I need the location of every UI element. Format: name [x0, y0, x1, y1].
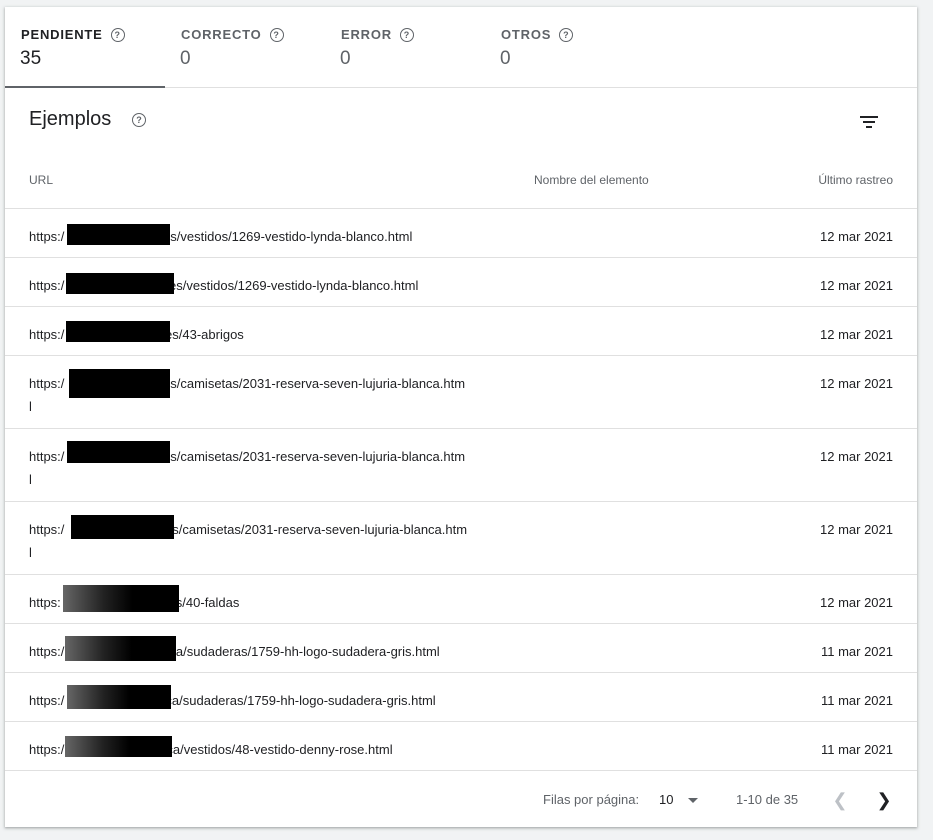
filter-button[interactable]: [853, 105, 885, 137]
table-row[interactable]: https://es/camisetas/2031-reserva-seven-…: [5, 429, 917, 502]
help-icon[interactable]: ?: [110, 28, 125, 42]
pagination-footer: Filas por página: 10 1-10 de 35 ❮ ❯: [5, 771, 917, 827]
redacted-block: [71, 515, 174, 539]
help-icon[interactable]: ?: [269, 28, 284, 42]
table-row[interactable]: https://es/camisetas/2031-reserva-seven-…: [5, 356, 917, 429]
column-header-item-name[interactable]: Nombre del elemento: [534, 173, 649, 187]
table-row[interactable]: https://es/vestidos/1269-vestido-lynda-b…: [5, 258, 917, 307]
pagination-range: 1-10 de 35: [736, 792, 799, 807]
tab-pendiente[interactable]: PENDIENTE? 35: [5, 7, 165, 88]
table-header: URL Nombre del elemento Último rastreo: [5, 157, 917, 209]
table-row[interactable]: https:/ca/vestidos/48-vestido-denny-rose…: [5, 722, 917, 771]
table-row[interactable]: https:/ca/sudaderas/1759-hh-logo-sudader…: [5, 673, 917, 722]
last-crawl-date: 11 mar 2021: [820, 693, 893, 708]
redacted-block: [67, 441, 170, 463]
rows-per-page-value: 10: [659, 792, 674, 807]
last-crawl-date: 12 mar 2021: [820, 522, 893, 537]
redacted-block: [65, 636, 176, 661]
tab-correcto[interactable]: CORRECTO? 0: [165, 7, 325, 87]
table-row[interactable]: https://es/vestidos/1269-vestido-lynda-b…: [5, 209, 917, 258]
next-page-button[interactable]: ❯: [871, 787, 897, 813]
tab-otros[interactable]: OTROS? 0: [485, 7, 645, 87]
help-icon[interactable]: ?: [559, 28, 574, 42]
previous-page-button[interactable]: ❮: [827, 787, 853, 813]
last-crawl-date: 12 mar 2021: [820, 229, 893, 244]
last-crawl-date: 12 mar 2021: [820, 376, 893, 391]
redacted-block: [65, 736, 172, 757]
status-tabs: PENDIENTE? 35 CORRECTO? 0 ERROR? 0 OTROS…: [5, 7, 917, 88]
last-crawl-date: 12 mar 2021: [820, 327, 893, 342]
tab-label: PENDIENTE: [21, 27, 103, 42]
chevron-right-icon: ❯: [876, 790, 892, 810]
redacted-block: [67, 224, 170, 245]
filter-icon: [860, 116, 878, 118]
last-crawl-date: 12 mar 2021: [820, 595, 893, 610]
column-header-url[interactable]: URL: [29, 173, 53, 187]
rows-per-page-label: Filas por página:: [543, 792, 640, 807]
pending-examples-card: PENDIENTE? 35 CORRECTO? 0 ERROR? 0 OTROS…: [5, 7, 917, 827]
tab-label: CORRECTO: [181, 27, 262, 42]
tab-count: 0: [340, 48, 351, 69]
last-crawl-date: 12 mar 2021: [820, 449, 893, 464]
redacted-block: [67, 685, 171, 709]
redacted-block: [69, 369, 170, 398]
tab-count: 0: [500, 48, 511, 69]
tab-count: 35: [20, 48, 42, 69]
column-header-last-crawl[interactable]: Último rastreo: [818, 173, 893, 187]
last-crawl-date: 11 mar 2021: [820, 644, 893, 659]
redacted-block: [63, 585, 179, 612]
redacted-block: [66, 273, 174, 294]
table-row[interactable]: https://es/43-abrigos 12 mar 2021: [5, 307, 917, 356]
redacted-block: [66, 321, 170, 342]
last-crawl-date: 11 mar 2021: [820, 742, 893, 757]
rows-per-page-select[interactable]: 10: [657, 792, 707, 810]
chevron-left-icon: ❮: [832, 790, 848, 810]
tab-error[interactable]: ERROR? 0: [325, 7, 485, 87]
help-icon[interactable]: ?: [399, 28, 414, 42]
tab-count: 0: [180, 48, 191, 69]
tab-label: ERROR: [341, 27, 392, 42]
table-row[interactable]: https: s/40-faldas 12 mar 2021: [5, 575, 917, 624]
section-title: Ejemplos: [29, 108, 112, 130]
help-icon[interactable]: ?: [132, 113, 146, 127]
last-crawl-date: 12 mar 2021: [820, 278, 893, 293]
active-tab-indicator: [5, 86, 165, 88]
table-row[interactable]: https:/ca/sudaderas/1759-hh-logo-sudader…: [5, 624, 917, 673]
tab-label: OTROS: [501, 27, 552, 42]
table-row[interactable]: https://es/camisetas/2031-reserva-seven-…: [5, 502, 917, 575]
dropdown-arrow-icon: [688, 798, 698, 803]
